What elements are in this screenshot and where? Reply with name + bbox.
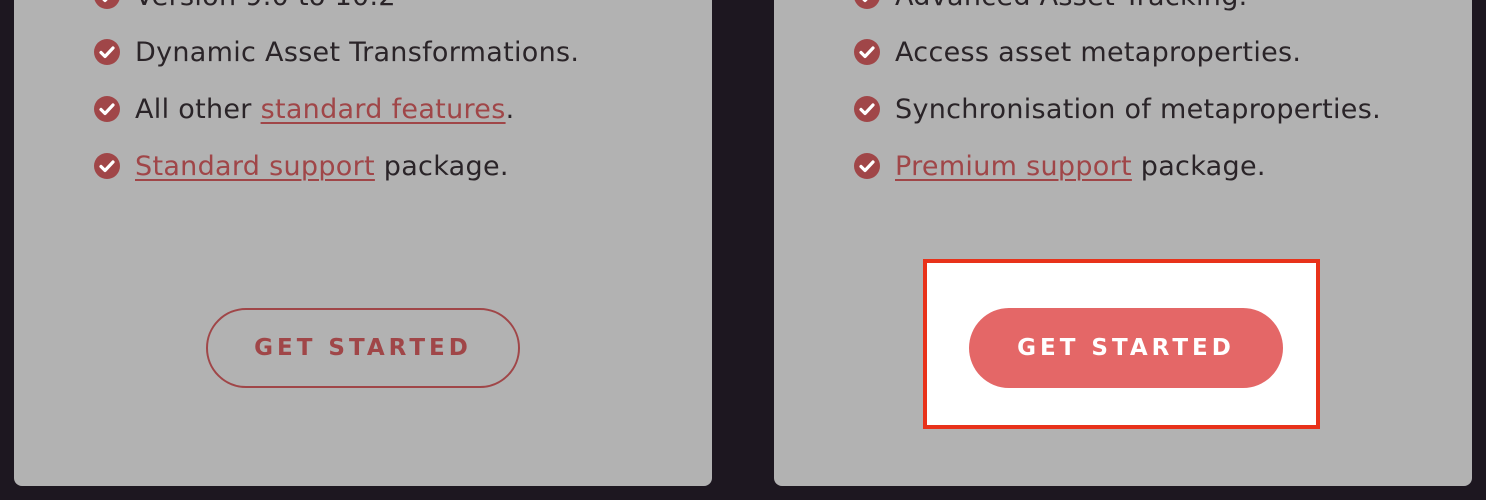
check-circle-icon <box>94 96 120 122</box>
check-circle-icon <box>854 153 880 179</box>
feature-item: Advanced Asset Tracking. <box>854 0 1248 16</box>
check-circle-icon <box>854 96 880 122</box>
standard-features-link[interactable]: standard features <box>261 94 506 125</box>
check-circle-icon <box>94 0 120 9</box>
feature-text: Advanced Asset Tracking. <box>895 0 1248 12</box>
highlighted-cta-container: GET STARTED <box>923 259 1320 429</box>
feature-item: Version 9.0 to 10.2 <box>94 0 396 16</box>
feature-item: Dynamic Asset Transformations. <box>94 32 579 72</box>
get-started-button-standard[interactable]: GET STARTED <box>206 308 520 388</box>
feature-text: Version 9.0 to 10.2 <box>135 0 396 12</box>
premium-support-link[interactable]: Premium support <box>895 151 1132 182</box>
get-started-button-premium[interactable]: GET STARTED <box>969 308 1283 388</box>
check-circle-icon <box>94 153 120 179</box>
pricing-card-standard: Version 9.0 to 10.2 Dynamic Asset Transf… <box>14 0 712 486</box>
feature-text-suffix: . <box>505 93 515 125</box>
feature-text-prefix: All other <box>135 93 261 125</box>
feature-item: Access asset metaproperties. <box>854 32 1301 72</box>
feature-text: Access asset metaproperties. <box>895 36 1302 68</box>
feature-text: Synchronisation of metaproperties. <box>895 93 1381 125</box>
standard-support-link[interactable]: Standard support <box>135 151 375 182</box>
feature-item: Premium support package. <box>854 146 1266 186</box>
feature-text-suffix: package. <box>374 150 509 182</box>
check-circle-icon <box>854 39 880 65</box>
feature-item: Standard support package. <box>94 146 509 186</box>
feature-item: All other standard features. <box>94 89 514 129</box>
feature-text: Dynamic Asset Transformations. <box>135 36 580 68</box>
check-circle-icon <box>94 39 120 65</box>
feature-item: Synchronisation of metaproperties. <box>854 89 1381 129</box>
feature-text-suffix: package. <box>1131 150 1266 182</box>
check-circle-icon <box>854 0 880 9</box>
